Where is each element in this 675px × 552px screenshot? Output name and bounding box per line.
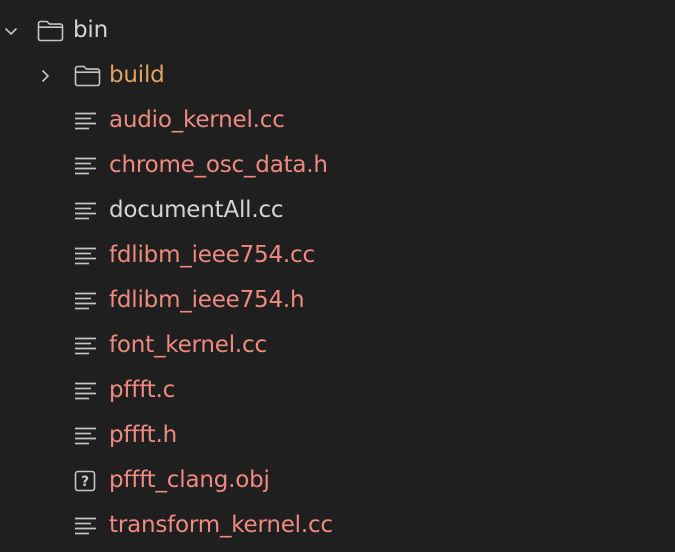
- lines-file-icon: [74, 503, 98, 548]
- folder-label: bin: [73, 17, 108, 43]
- file-label: font_kernel.cc: [109, 332, 267, 358]
- chevron-right-icon[interactable]: [34, 53, 56, 98]
- file-label: pffft.h: [109, 422, 177, 448]
- file-label: documentAll.cc: [109, 197, 284, 223]
- chevron-down-icon[interactable]: [0, 8, 22, 53]
- file-row[interactable]: fdlibm_ieee754.cc: [0, 233, 675, 278]
- file-row[interactable]: font_kernel.cc: [0, 323, 675, 368]
- file-explorer-tree: bin build audio_kernel.cc chrome_osc_data.…: [0, 8, 675, 548]
- file-label: pffft.c: [109, 377, 176, 403]
- lines-file-icon: [74, 188, 98, 233]
- file-label: fdlibm_ieee754.h: [109, 287, 305, 313]
- file-label: fdlibm_ieee754.cc: [109, 242, 315, 268]
- file-row[interactable]: pffft.c: [0, 368, 675, 413]
- lines-file-icon: [74, 98, 98, 143]
- folder-row-bin[interactable]: bin: [0, 8, 675, 53]
- lines-file-icon: [74, 278, 98, 323]
- file-label: chrome_osc_data.h: [109, 152, 328, 178]
- folder-row[interactable]: build: [0, 53, 675, 98]
- file-label: transform_kernel.cc: [109, 512, 333, 538]
- file-row[interactable]: pffft.h: [0, 413, 675, 458]
- folder-icon: [37, 8, 64, 53]
- file-label: pffft_clang.obj: [109, 467, 270, 493]
- file-row[interactable]: fdlibm_ieee754.h: [0, 278, 675, 323]
- lines-file-icon: [74, 323, 98, 368]
- lines-file-icon: [74, 368, 98, 413]
- unknown-file-icon: ?: [74, 458, 96, 503]
- file-row[interactable]: chrome_osc_data.h: [0, 143, 675, 188]
- lines-file-icon: [74, 233, 98, 278]
- file-row[interactable]: audio_kernel.cc: [0, 98, 675, 143]
- svg-text:?: ?: [81, 474, 89, 490]
- file-row[interactable]: ? pffft_clang.obj: [0, 458, 675, 503]
- file-label: audio_kernel.cc: [109, 107, 285, 133]
- folder-label: build: [109, 62, 165, 88]
- file-row[interactable]: documentAll.cc: [0, 188, 675, 233]
- lines-file-icon: [74, 413, 98, 458]
- lines-file-icon: [74, 143, 98, 188]
- folder-icon: [74, 53, 101, 98]
- file-row[interactable]: transform_kernel.cc: [0, 503, 675, 548]
